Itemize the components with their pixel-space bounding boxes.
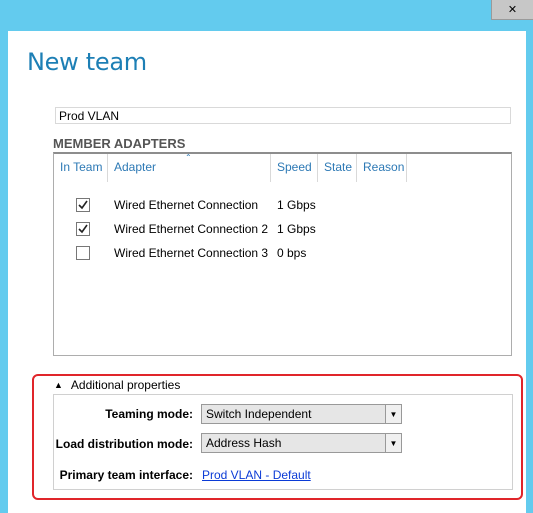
load-distribution-value: Address Hash bbox=[206, 436, 282, 450]
teaming-mode-select[interactable]: Switch Independent ▼ bbox=[201, 404, 402, 424]
chevron-down-icon: ▼ bbox=[385, 434, 401, 452]
adapter-name: Wired Ethernet Connection 2 bbox=[114, 222, 269, 236]
adapter-name: Wired Ethernet Connection bbox=[114, 198, 259, 212]
chevron-down-icon: ▼ bbox=[385, 405, 401, 423]
teaming-mode-value: Switch Independent bbox=[206, 407, 312, 421]
adapter-row[interactable]: Wired Ethernet Connection 1 Gbps bbox=[54, 194, 511, 218]
checkmark-icon bbox=[78, 200, 88, 210]
column-in-team[interactable]: In Team bbox=[54, 154, 108, 182]
column-speed[interactable]: Speed bbox=[271, 154, 318, 182]
load-distribution-select[interactable]: Address Hash ▼ bbox=[201, 433, 402, 453]
adapter-speed: 1 Gbps bbox=[277, 198, 316, 212]
page-title: New team bbox=[27, 48, 147, 76]
in-team-checkbox[interactable] bbox=[76, 222, 90, 236]
checkmark-icon bbox=[78, 224, 88, 234]
adapter-name: Wired Ethernet Connection 3 bbox=[114, 246, 269, 260]
chevron-up-icon: ▲ bbox=[54, 380, 63, 390]
new-team-dialog: New team MEMBER ADAPTERS In Team Adapter… bbox=[8, 31, 526, 513]
adapter-speed: 1 Gbps bbox=[277, 222, 316, 236]
additional-properties-toggle[interactable]: ▲ Additional properties bbox=[54, 378, 180, 392]
close-icon: ✕ bbox=[507, 4, 518, 16]
column-state[interactable]: State bbox=[318, 154, 357, 182]
adapter-speed: 0 bps bbox=[277, 246, 307, 260]
column-reason[interactable]: Reason bbox=[357, 154, 407, 182]
team-name-input[interactable] bbox=[55, 107, 511, 124]
additional-properties-label: Additional properties bbox=[70, 378, 181, 392]
adapter-list: In Team Adapter ⌃ Speed State Reason Wir… bbox=[53, 152, 512, 356]
primary-interface-label: Primary team interface: bbox=[59, 468, 193, 482]
member-adapters-heading: MEMBER ADAPTERS bbox=[53, 136, 186, 151]
load-distribution-label: Load distribution mode: bbox=[55, 437, 193, 451]
additional-properties-panel: Teaming mode: Switch Independent ▼ Load … bbox=[53, 394, 513, 490]
adapter-row[interactable]: Wired Ethernet Connection 2 1 Gbps bbox=[54, 218, 511, 242]
close-button[interactable]: ✕ bbox=[491, 0, 533, 20]
in-team-checkbox[interactable] bbox=[76, 246, 90, 260]
adapter-row[interactable]: Wired Ethernet Connection 3 0 bps bbox=[54, 242, 511, 266]
in-team-checkbox[interactable] bbox=[76, 198, 90, 212]
sort-ascending-icon: ⌃ bbox=[185, 153, 192, 162]
teaming-mode-label: Teaming mode: bbox=[105, 407, 193, 421]
primary-interface-link[interactable]: Prod VLAN - Default bbox=[202, 468, 311, 482]
